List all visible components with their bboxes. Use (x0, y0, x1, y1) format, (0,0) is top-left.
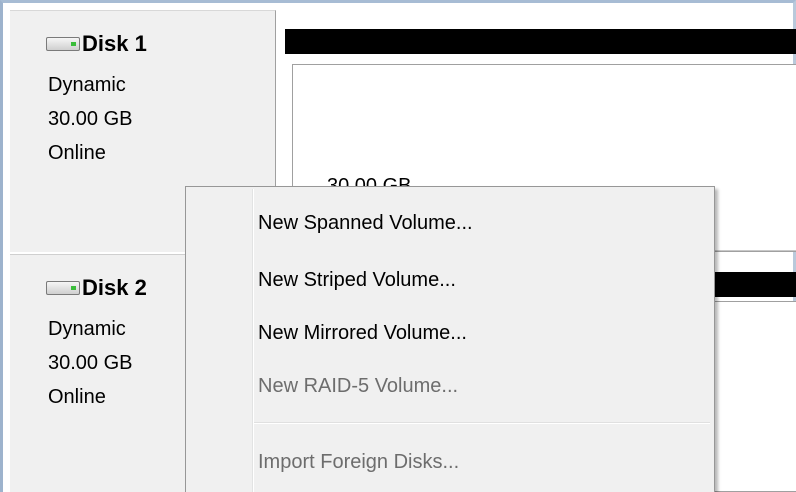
disk-1-header: Disk 1 (46, 29, 147, 59)
disk-2-type: Dynamic (48, 318, 126, 340)
disk-2-status: Online (48, 386, 106, 408)
context-menu: New Spanned Volume... New Striped Volume… (185, 186, 715, 492)
disk-1-volume-header-bar (285, 29, 796, 54)
disk-2-name: Disk 2 (82, 275, 147, 300)
disk-2-size: 30.00 GB (48, 352, 133, 374)
disk-drive-icon (46, 37, 80, 51)
menu-item-new-mirrored-volume[interactable]: New Mirrored Volume... (258, 320, 467, 346)
disk-drive-icon (46, 281, 80, 295)
menu-icon-gutter (252, 189, 254, 492)
disk-1-size: 30.00 GB (48, 108, 133, 130)
disk-1-status: Online (48, 142, 106, 164)
disk-1-name: Disk 1 (82, 31, 147, 56)
menu-item-import-foreign-disks: Import Foreign Disks... (258, 451, 460, 473)
menu-item-new-striped-volume[interactable]: New Striped Volume... (258, 267, 456, 293)
menu-item-new-raid5-volume: New RAID-5 Volume... (258, 375, 459, 397)
disk-1-type: Dynamic (48, 74, 126, 96)
disk-2-header: Disk 2 (46, 273, 147, 303)
menu-item-new-spanned-volume[interactable]: New Spanned Volume... (258, 210, 473, 236)
menu-separator (254, 422, 710, 424)
